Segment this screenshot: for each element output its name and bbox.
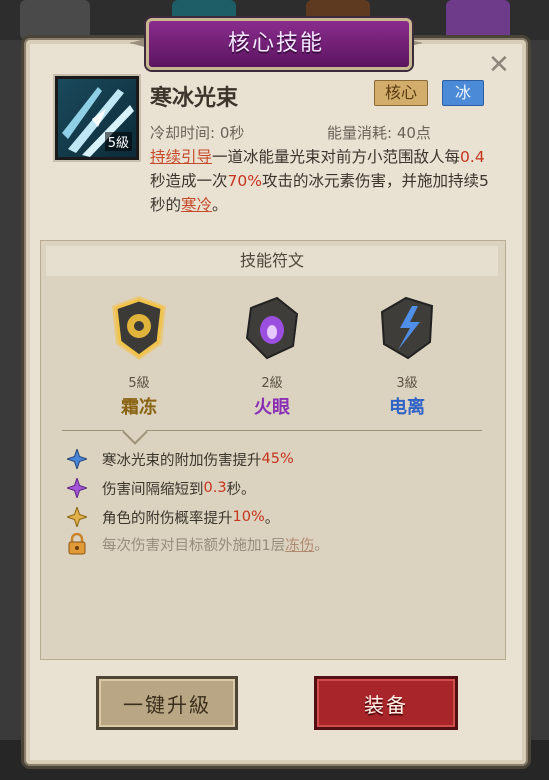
rune-effect-1: 寒冰光束的附加伤害提升 45%	[66, 447, 294, 471]
ionize-rune-icon	[380, 296, 434, 360]
blue-star-icon	[66, 448, 88, 470]
effect-text: 伤害间隔缩短到	[102, 481, 204, 498]
desc-text-2: 秒造成一次	[150, 172, 228, 190]
tag-element: 冰	[442, 80, 484, 106]
tag-core: 核心	[374, 80, 429, 106]
rune-section-title: 技能符文	[46, 246, 498, 276]
desc-text-1: 一道冰能量光束对前方小范围敌人每	[212, 148, 461, 166]
close-icon[interactable]: ✕	[488, 52, 510, 78]
rune-effect-4-locked: 每次伤害对目标额外施加1层 冻伤。	[66, 532, 329, 556]
effect-value: 10%	[232, 509, 265, 525]
rune-effect-3: 角色的附伤概率提升 10%。	[66, 505, 279, 529]
keyword-link-chill[interactable]: 寒冷	[181, 196, 212, 214]
fire-eye-rune-icon	[245, 296, 299, 360]
skill-description: 持续引导一道冰能量光束对前方小范围敌人每0.4秒造成一次70%攻击的冰元素伤害，…	[150, 145, 490, 217]
skill-name: 寒冰光束	[150, 86, 239, 111]
cooldown-stat: 冷却时间: 0秒	[150, 124, 245, 142]
desc-text-4: 。	[212, 196, 228, 214]
purple-star-icon	[66, 477, 88, 499]
effect-text-end: 。	[314, 537, 329, 554]
desc-value-interval: 0.4	[460, 148, 485, 166]
effect-text: 每次伤害对目标额外施加1层	[102, 537, 286, 554]
keyword-link-channel[interactable]: 持续引导	[150, 148, 212, 166]
background-tab-4	[446, 0, 510, 40]
rune-effect-2: 伤害间隔缩短到 0.3 秒。	[66, 476, 256, 500]
rune-level: 2級	[261, 376, 283, 391]
effect-text: 角色的附伤概率提升	[102, 510, 233, 527]
effect-keyword-link[interactable]: 冻伤	[285, 534, 314, 555]
effect-text-end: 。	[264, 510, 280, 527]
equip-button[interactable]: 装备	[314, 676, 458, 730]
rune-slot-frost[interactable]: 5級 霜冻	[94, 292, 184, 419]
effect-value: 0.3	[203, 480, 227, 496]
rune-name: 霜冻	[121, 397, 157, 418]
rune-name: 电离	[389, 397, 425, 418]
effect-text: 寒冰光束的附加伤害提升	[102, 452, 262, 469]
frost-rune-icon	[112, 296, 166, 360]
skill-icon: 5級	[55, 76, 139, 160]
gold-star-icon	[66, 506, 88, 528]
rune-slot-ionize[interactable]: 3級 电离	[362, 292, 452, 419]
skill-level-badge: 5級	[104, 132, 132, 151]
desc-value-damage: 70%	[227, 172, 262, 190]
panel-title: 核心技能	[227, 31, 324, 56]
effect-value: 45%	[261, 451, 294, 467]
background-tab-1	[20, 0, 90, 40]
one-click-upgrade-button[interactable]: 一键升級	[96, 676, 238, 730]
effect-text-end: 秒。	[226, 481, 256, 498]
rune-level: 5級	[128, 376, 150, 391]
title-ribbon: 核心技能	[130, 18, 422, 70]
energy-stat: 能量消耗: 40点	[327, 124, 431, 142]
lock-icon	[66, 533, 88, 555]
rune-level: 3級	[396, 376, 418, 391]
rune-name: 火眼	[254, 397, 290, 418]
rune-slot-fire-eye[interactable]: 2級 火眼	[227, 292, 317, 419]
